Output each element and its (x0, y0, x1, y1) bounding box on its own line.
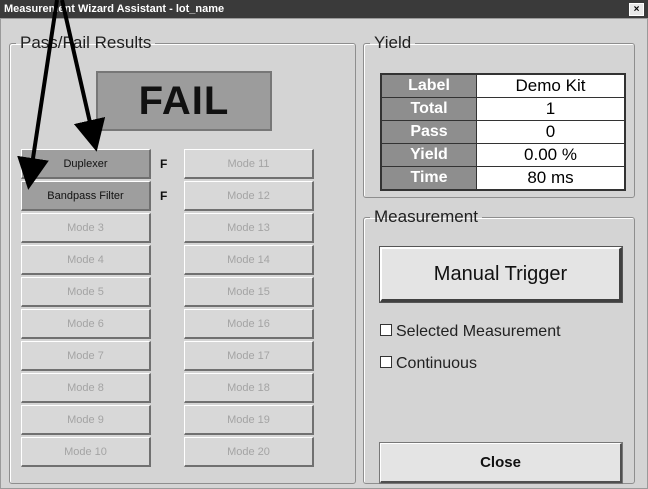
yield-label-cell: Yield (380, 143, 477, 167)
mode-button-19[interactable]: Mode 19 (184, 405, 314, 435)
selected-measurement-checkbox[interactable] (380, 323, 392, 336)
pass-fail-legend: Pass/Fail Results (20, 33, 152, 52)
mode-button-16[interactable]: Mode 16 (184, 309, 314, 339)
yield-legend: Yield (374, 33, 412, 52)
window-close-button[interactable]: × (629, 3, 644, 16)
yield-row-yield: Yield 0.00 % (380, 143, 626, 167)
mode-button-5[interactable]: Mode 5 (21, 277, 151, 307)
mode-status-2: F (160, 189, 168, 203)
yield-row-label: Label Demo Kit (380, 73, 626, 98)
title-bar: Measurement Wizard Assistant - lot_name … (0, 0, 648, 18)
selected-measurement-option[interactable]: Selected Measurement (380, 323, 561, 341)
yield-label-cell: Pass (380, 120, 477, 144)
yield-row-pass: Pass 0 (380, 120, 626, 144)
mode-button-1[interactable]: Duplexer (21, 149, 151, 179)
yield-group: Yield Label Demo Kit Total 1 Pass 0 Yiel… (363, 33, 635, 198)
yield-label-cell: Time (380, 166, 477, 191)
window-title: Measurement Wizard Assistant - lot_name (4, 3, 225, 15)
yield-label-cell: Label (380, 73, 477, 98)
yield-row-total: Total 1 (380, 97, 626, 121)
continuous-checkbox[interactable] (380, 355, 392, 368)
yield-value-cell: 0.00 % (476, 143, 626, 167)
selected-measurement-label: Selected Measurement (396, 323, 561, 340)
continuous-option[interactable]: Continuous (380, 355, 477, 373)
yield-value-cell: 0 (476, 120, 626, 144)
mode-button-7[interactable]: Mode 7 (21, 341, 151, 371)
result-indicator: FAIL (96, 71, 272, 131)
mode-button-6[interactable]: Mode 6 (21, 309, 151, 339)
continuous-label: Continuous (396, 355, 477, 372)
mode-button-20[interactable]: Mode 20 (184, 437, 314, 467)
close-button[interactable]: Close (379, 442, 623, 484)
yield-row-time: Time 80 ms (380, 166, 626, 191)
mode-button-4[interactable]: Mode 4 (21, 245, 151, 275)
mode-button-11[interactable]: Mode 11 (184, 149, 314, 179)
yield-value-cell: 80 ms (476, 166, 626, 191)
dialog-client-area: Pass/Fail Results FAIL Duplexer F Bandpa… (0, 18, 648, 489)
mode-button-2[interactable]: Bandpass Filter (21, 181, 151, 211)
mode-button-8[interactable]: Mode 8 (21, 373, 151, 403)
mode-button-14[interactable]: Mode 14 (184, 245, 314, 275)
mode-button-9[interactable]: Mode 9 (21, 405, 151, 435)
manual-trigger-button[interactable]: Manual Trigger (379, 246, 623, 303)
yield-label-cell: Total (380, 97, 477, 121)
mode-button-3[interactable]: Mode 3 (21, 213, 151, 243)
mode-button-15[interactable]: Mode 15 (184, 277, 314, 307)
mode-button-18[interactable]: Mode 18 (184, 373, 314, 403)
yield-value-cell: Demo Kit (476, 73, 626, 98)
mode-button-13[interactable]: Mode 13 (184, 213, 314, 243)
mode-button-10[interactable]: Mode 10 (21, 437, 151, 467)
mode-button-12[interactable]: Mode 12 (184, 181, 314, 211)
pass-fail-group: Pass/Fail Results FAIL Duplexer F Bandpa… (9, 33, 356, 484)
yield-value-cell: 1 (476, 97, 626, 121)
measurement-legend: Measurement (374, 207, 478, 226)
mode-status-1: F (160, 157, 168, 171)
mode-button-17[interactable]: Mode 17 (184, 341, 314, 371)
yield-table: Label Demo Kit Total 1 Pass 0 Yield 0.00… (380, 73, 626, 191)
measurement-group: Measurement Manual Trigger Selected Meas… (363, 207, 635, 484)
